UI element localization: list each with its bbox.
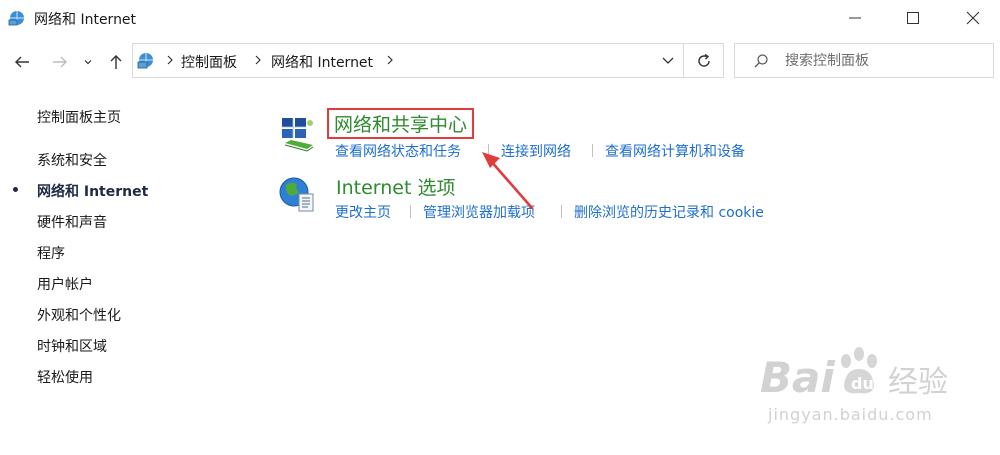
watermark-url: jingyan.baidu.com: [768, 405, 933, 424]
baidu-watermark: Bai du 经验 jingyan.baidu.com: [738, 343, 978, 435]
minimize-icon: [849, 17, 861, 19]
sidebar-item-user-accounts[interactable]: 用户帐户: [37, 274, 93, 294]
search-icon: [754, 54, 768, 68]
arrow-left-icon: [15, 56, 29, 68]
arrow-right-icon: [53, 56, 67, 68]
internet-options-title[interactable]: Internet 选项: [336, 173, 455, 200]
watermark-brand: Bai: [760, 353, 835, 402]
address-bar[interactable]: 控制面板 网络和 Internet: [132, 43, 684, 78]
active-indicator: [13, 187, 18, 192]
maximize-button[interactable]: [890, 0, 936, 36]
sidebar-item-clock-region[interactable]: 时钟和区域: [37, 336, 107, 356]
arrow-up-icon: [110, 55, 122, 69]
watermark-suffix: 经验: [888, 365, 948, 400]
search-box[interactable]: [734, 43, 994, 78]
refresh-icon: [697, 53, 710, 67]
refresh-button[interactable]: [684, 43, 724, 78]
link-separator: [410, 205, 411, 218]
link-view-network-status[interactable]: 查看网络状态和任务: [335, 141, 461, 161]
link-connect-to-network[interactable]: 连接到网络: [501, 141, 571, 161]
link-manage-addons[interactable]: 管理浏览器加载项: [423, 202, 535, 222]
network-sharing-center-title[interactable]: 网络和共享中心: [327, 108, 475, 139]
search-input[interactable]: [785, 50, 985, 72]
back-button[interactable]: [10, 50, 34, 74]
forward-button[interactable]: [48, 50, 72, 74]
chevron-down-icon[interactable]: [661, 53, 675, 67]
breadcrumb-network-internet[interactable]: 网络和 Internet: [271, 52, 373, 72]
internet-globe-icon: [279, 177, 314, 212]
sidebar-item-programs[interactable]: 程序: [37, 243, 65, 263]
sidebar-item-ease-of-access[interactable]: 轻松使用: [37, 367, 93, 387]
close-button[interactable]: [950, 0, 996, 36]
title-bar: 网络和 Internet: [0, 0, 1000, 36]
link-separator: [592, 144, 593, 157]
network-icon: [8, 11, 24, 26]
breadcrumb-separator-icon: [255, 55, 261, 65]
network-sharing-icon: [282, 118, 314, 152]
link-delete-browsing-history[interactable]: 删除浏览的历史记录和 cookie: [574, 202, 764, 222]
breadcrumb-control-panel[interactable]: 控制面板: [181, 52, 237, 72]
up-button[interactable]: [104, 50, 128, 74]
sidebar-item-hardware-sound[interactable]: 硬件和声音: [37, 212, 107, 232]
link-view-network-computers[interactable]: 查看网络计算机和设备: [605, 141, 745, 161]
link-separator: [561, 205, 562, 218]
network-icon: [137, 53, 153, 69]
svg-text:du: du: [851, 374, 874, 393]
sidebar-item-appearance[interactable]: 外观和个性化: [37, 305, 121, 325]
link-separator: [488, 144, 489, 157]
breadcrumb-separator-icon: [167, 55, 173, 65]
breadcrumb-separator-icon: [387, 55, 393, 65]
sidebar-item-control-panel-home[interactable]: 控制面板主页: [37, 107, 121, 127]
recent-locations-button[interactable]: [80, 50, 96, 74]
minimize-button[interactable]: [832, 0, 878, 36]
close-icon: [966, 11, 980, 25]
paw-icon: du: [841, 347, 877, 394]
chevron-down-icon: [84, 60, 92, 65]
sidebar-item-network-internet[interactable]: 网络和 Internet: [37, 181, 148, 201]
sidebar-item-system-security[interactable]: 系统和安全: [37, 150, 107, 170]
link-change-homepage[interactable]: 更改主页: [335, 202, 391, 222]
window-title: 网络和 Internet: [34, 12, 137, 28]
maximize-icon: [907, 12, 919, 24]
